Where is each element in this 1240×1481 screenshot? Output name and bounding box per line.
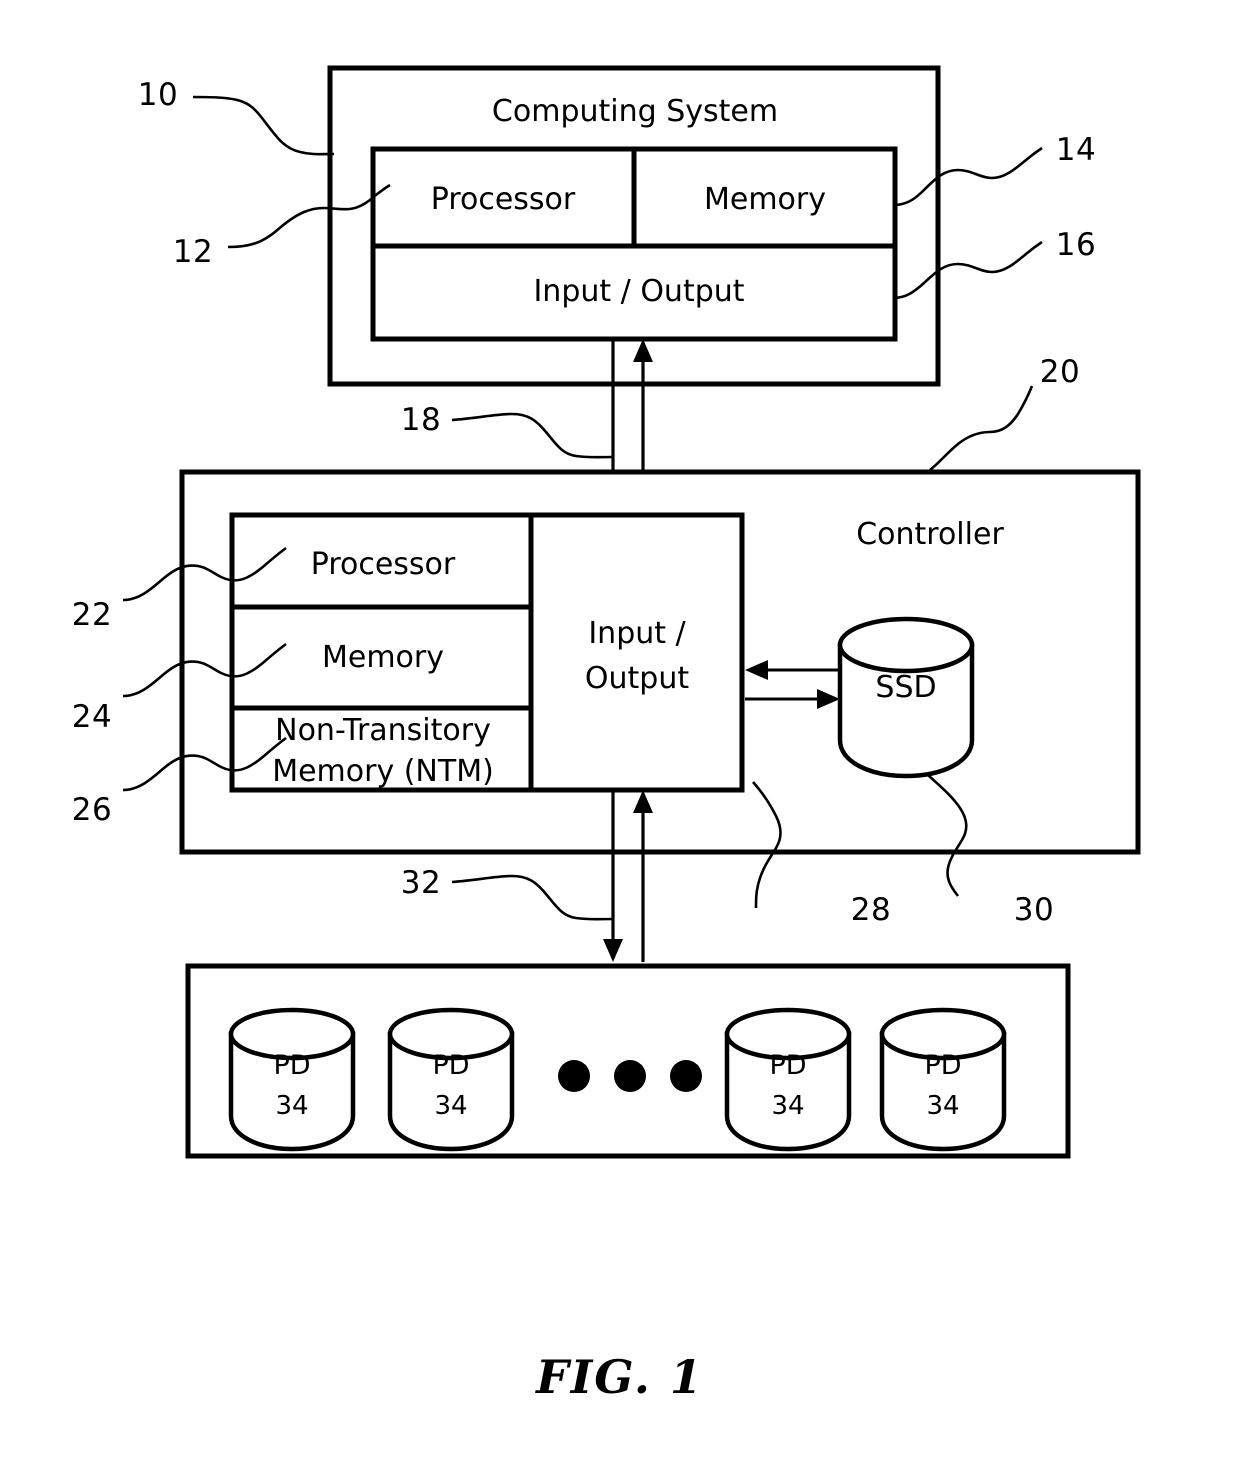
pd-4-label: PD [924, 1050, 962, 1081]
pd-3-ref: 34 [771, 1091, 805, 1121]
ref-22: 22 [71, 597, 113, 633]
ref-18: 18 [400, 402, 442, 438]
ref-20: 20 [1039, 354, 1081, 390]
ref-24: 24 [71, 699, 113, 735]
computing-system-memory-label: Memory [703, 182, 826, 217]
controller-io-label-line2: Output [584, 661, 690, 696]
ref-32: 32 [400, 865, 442, 901]
computing-system-title: Computing System [491, 94, 779, 129]
leader-20 [929, 385, 1034, 472]
controller-ntm-label-line2: Memory (NTM) [272, 754, 494, 789]
pd-4-ref: 34 [926, 1091, 960, 1121]
ellipsis-dot-3 [670, 1060, 702, 1092]
pd-1-ref: 34 [275, 1091, 309, 1121]
pd-2-label: PD [432, 1050, 470, 1081]
computing-system-io-label: Input / Output [533, 274, 745, 309]
computing-system-processor-label: Processor [430, 182, 576, 217]
pd-3-label: PD [769, 1050, 807, 1081]
controller-title: Controller [856, 517, 1004, 552]
ref-14: 14 [1055, 132, 1097, 168]
ssd-label: SSD [875, 670, 937, 705]
ref-30: 30 [1013, 892, 1055, 928]
ref-26: 26 [71, 792, 113, 828]
controller-memory-label: Memory [321, 640, 444, 675]
figure-caption: FIG. 1 [536, 1350, 704, 1404]
pd-2-ref: 34 [434, 1091, 468, 1121]
controller-io-label-line1: Input / [588, 616, 686, 651]
figure-vector-layer [122, 65, 1141, 1159]
ellipsis-dot-1 [558, 1060, 590, 1092]
patent-figure: Computing System Processor Memory Input … [0, 0, 1240, 1481]
controller-ntm-label-line1: Non-Transitory [275, 713, 491, 748]
leader-10 [192, 95, 335, 156]
pd-1-label: PD [273, 1050, 311, 1081]
ref-12: 12 [172, 234, 214, 270]
ref-28: 28 [850, 892, 892, 928]
controller-processor-label: Processor [310, 547, 456, 582]
leader-32 [451, 874, 613, 921]
bus-bottom-down-arrowhead [603, 939, 623, 962]
leader-18 [451, 412, 613, 459]
ellipsis-dot-2 [614, 1060, 646, 1092]
ssd-cylinder-top [837, 616, 975, 674]
ref-16: 16 [1055, 227, 1097, 263]
ref-10: 10 [137, 77, 179, 113]
